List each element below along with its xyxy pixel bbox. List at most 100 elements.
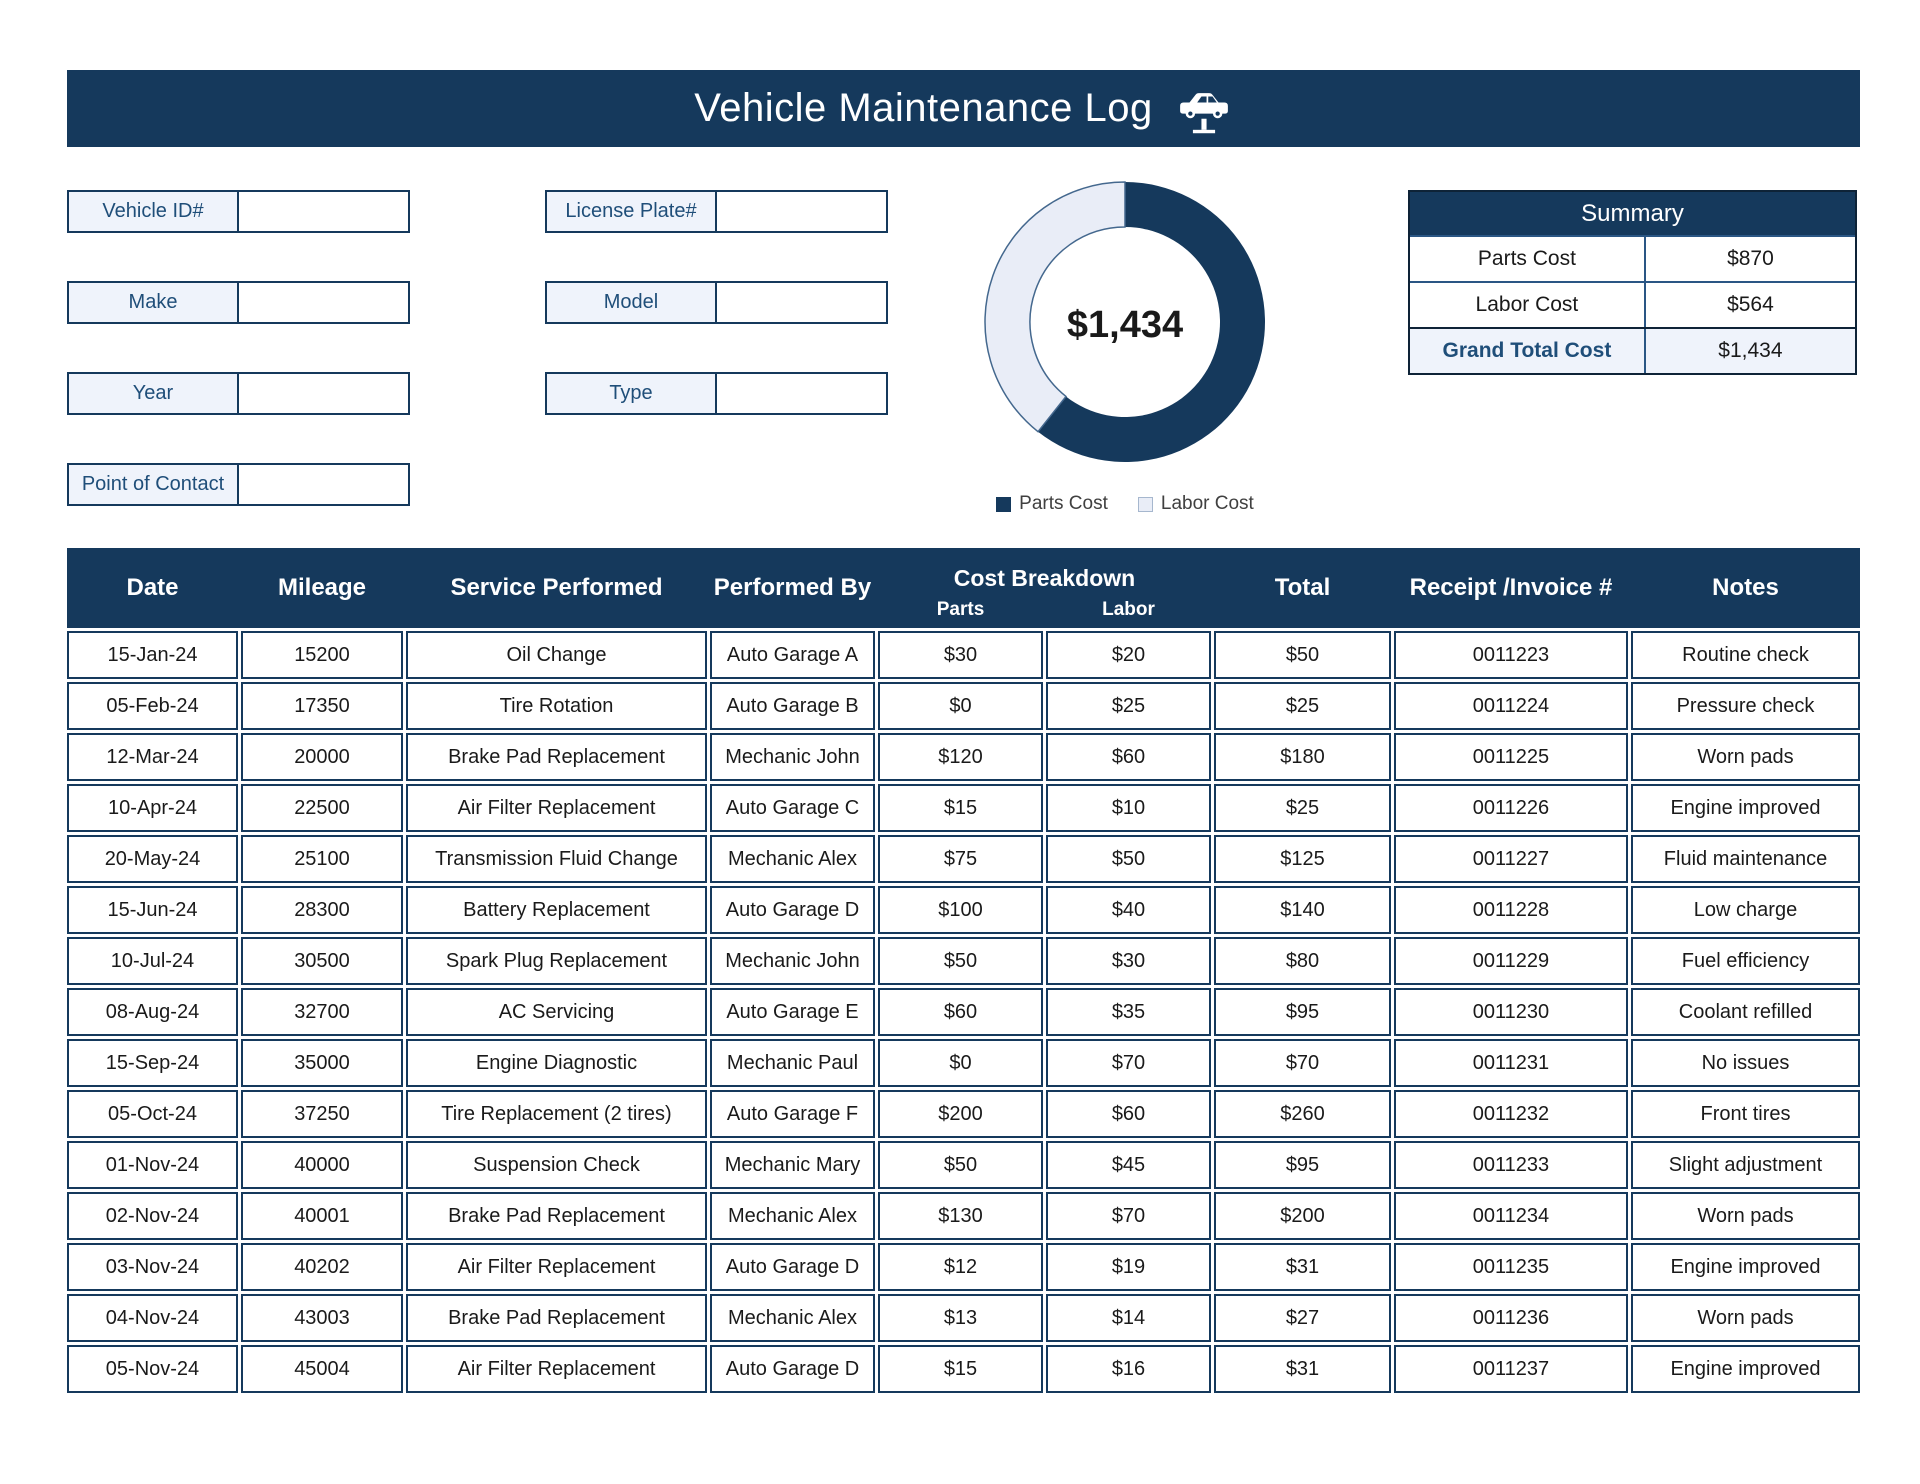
table-cell[interactable]: 04-Nov-24 — [67, 1294, 238, 1342]
table-cell[interactable]: $30 — [878, 631, 1043, 679]
table-cell[interactable]: 0011232 — [1394, 1090, 1628, 1138]
table-cell[interactable]: 35000 — [241, 1039, 403, 1087]
table-cell[interactable]: $70 — [1046, 1192, 1211, 1240]
vehicle-id-input[interactable] — [239, 190, 410, 233]
table-cell[interactable]: Tire Replacement (2 tires) — [406, 1090, 707, 1138]
table-cell[interactable]: Mechanic Alex — [710, 835, 875, 883]
table-cell[interactable]: $12 — [878, 1243, 1043, 1291]
table-cell[interactable]: 25100 — [241, 835, 403, 883]
table-cell[interactable]: $45 — [1046, 1141, 1211, 1189]
table-cell[interactable]: 32700 — [241, 988, 403, 1036]
table-cell[interactable]: 0011233 — [1394, 1141, 1628, 1189]
table-cell[interactable]: $60 — [878, 988, 1043, 1036]
table-cell[interactable]: Mechanic Alex — [710, 1294, 875, 1342]
table-cell[interactable]: $0 — [878, 682, 1043, 730]
table-cell[interactable]: $60 — [1046, 733, 1211, 781]
table-cell[interactable]: Auto Garage D — [710, 886, 875, 934]
table-cell[interactable]: 17350 — [241, 682, 403, 730]
table-cell[interactable]: 40000 — [241, 1141, 403, 1189]
table-cell[interactable]: Air Filter Replacement — [406, 1243, 707, 1291]
table-cell[interactable]: $13 — [878, 1294, 1043, 1342]
table-cell[interactable]: 45004 — [241, 1345, 403, 1393]
table-cell[interactable]: Suspension Check — [406, 1141, 707, 1189]
table-cell[interactable]: Auto Garage F — [710, 1090, 875, 1138]
year-input[interactable] — [239, 372, 410, 415]
table-cell[interactable]: 0011237 — [1394, 1345, 1628, 1393]
table-cell[interactable]: $19 — [1046, 1243, 1211, 1291]
table-cell[interactable]: Auto Garage B — [710, 682, 875, 730]
table-cell[interactable]: Air Filter Replacement — [406, 784, 707, 832]
table-cell[interactable]: 05-Feb-24 — [67, 682, 238, 730]
table-cell[interactable]: 0011235 — [1394, 1243, 1628, 1291]
type-input[interactable] — [717, 372, 888, 415]
table-cell[interactable]: No issues — [1631, 1039, 1860, 1087]
table-cell[interactable]: Auto Garage D — [710, 1243, 875, 1291]
table-cell[interactable]: $180 — [1214, 733, 1391, 781]
table-cell[interactable]: Brake Pad Replacement — [406, 1192, 707, 1240]
table-cell[interactable]: 40001 — [241, 1192, 403, 1240]
table-cell[interactable]: $14 — [1046, 1294, 1211, 1342]
table-cell[interactable]: $50 — [1214, 631, 1391, 679]
table-cell[interactable]: $70 — [1214, 1039, 1391, 1087]
table-cell[interactable]: $40 — [1046, 886, 1211, 934]
table-cell[interactable]: $35 — [1046, 988, 1211, 1036]
table-cell[interactable]: Mechanic Alex — [710, 1192, 875, 1240]
table-cell[interactable]: Transmission Fluid Change — [406, 835, 707, 883]
table-cell[interactable]: Air Filter Replacement — [406, 1345, 707, 1393]
point-of-contact-input[interactable] — [239, 463, 410, 506]
table-cell[interactable]: 01-Nov-24 — [67, 1141, 238, 1189]
table-cell[interactable]: Worn pads — [1631, 1192, 1860, 1240]
table-cell[interactable]: AC Servicing — [406, 988, 707, 1036]
table-cell[interactable]: $15 — [878, 784, 1043, 832]
table-cell[interactable]: $25 — [1046, 682, 1211, 730]
table-cell[interactable]: Brake Pad Replacement — [406, 733, 707, 781]
table-cell[interactable]: Tire Rotation — [406, 682, 707, 730]
table-cell[interactable]: Engine improved — [1631, 784, 1860, 832]
table-cell[interactable]: $50 — [878, 1141, 1043, 1189]
license-plate-input[interactable] — [717, 190, 888, 233]
table-cell[interactable]: $130 — [878, 1192, 1043, 1240]
table-cell[interactable]: 15-Sep-24 — [67, 1039, 238, 1087]
table-cell[interactable]: 0011234 — [1394, 1192, 1628, 1240]
table-cell[interactable]: Mechanic Mary — [710, 1141, 875, 1189]
table-cell[interactable]: 15-Jun-24 — [67, 886, 238, 934]
table-cell[interactable]: $95 — [1214, 1141, 1391, 1189]
table-cell[interactable]: Engine improved — [1631, 1243, 1860, 1291]
table-cell[interactable]: $60 — [1046, 1090, 1211, 1138]
table-cell[interactable]: 10-Apr-24 — [67, 784, 238, 832]
table-cell[interactable]: 10-Jul-24 — [67, 937, 238, 985]
table-cell[interactable]: Auto Garage A — [710, 631, 875, 679]
table-cell[interactable]: $0 — [878, 1039, 1043, 1087]
table-cell[interactable]: $27 — [1214, 1294, 1391, 1342]
table-cell[interactable]: 0011228 — [1394, 886, 1628, 934]
table-cell[interactable]: Fuel efficiency — [1631, 937, 1860, 985]
table-cell[interactable]: Auto Garage C — [710, 784, 875, 832]
table-cell[interactable]: Pressure check — [1631, 682, 1860, 730]
table-cell[interactable]: $16 — [1046, 1345, 1211, 1393]
table-cell[interactable]: $50 — [878, 937, 1043, 985]
table-cell[interactable]: $95 — [1214, 988, 1391, 1036]
table-cell[interactable]: $31 — [1214, 1243, 1391, 1291]
table-cell[interactable]: $120 — [878, 733, 1043, 781]
table-cell[interactable]: 15-Jan-24 — [67, 631, 238, 679]
table-cell[interactable]: Mechanic John — [710, 733, 875, 781]
table-cell[interactable]: 0011225 — [1394, 733, 1628, 781]
table-cell[interactable]: $20 — [1046, 631, 1211, 679]
table-cell[interactable]: Engine improved — [1631, 1345, 1860, 1393]
table-cell[interactable]: 0011224 — [1394, 682, 1628, 730]
table-cell[interactable]: $200 — [1214, 1192, 1391, 1240]
table-cell[interactable]: $25 — [1214, 784, 1391, 832]
table-cell[interactable]: Auto Garage E — [710, 988, 875, 1036]
table-cell[interactable]: 05-Oct-24 — [67, 1090, 238, 1138]
table-cell[interactable]: $15 — [878, 1345, 1043, 1393]
table-cell[interactable]: Battery Replacement — [406, 886, 707, 934]
table-cell[interactable]: Brake Pad Replacement — [406, 1294, 707, 1342]
table-cell[interactable]: 20000 — [241, 733, 403, 781]
table-cell[interactable]: 12-Mar-24 — [67, 733, 238, 781]
make-input[interactable] — [239, 281, 410, 324]
table-cell[interactable]: Coolant refilled — [1631, 988, 1860, 1036]
table-cell[interactable]: 0011227 — [1394, 835, 1628, 883]
table-cell[interactable]: 02-Nov-24 — [67, 1192, 238, 1240]
table-cell[interactable]: $70 — [1046, 1039, 1211, 1087]
table-cell[interactable]: $30 — [1046, 937, 1211, 985]
